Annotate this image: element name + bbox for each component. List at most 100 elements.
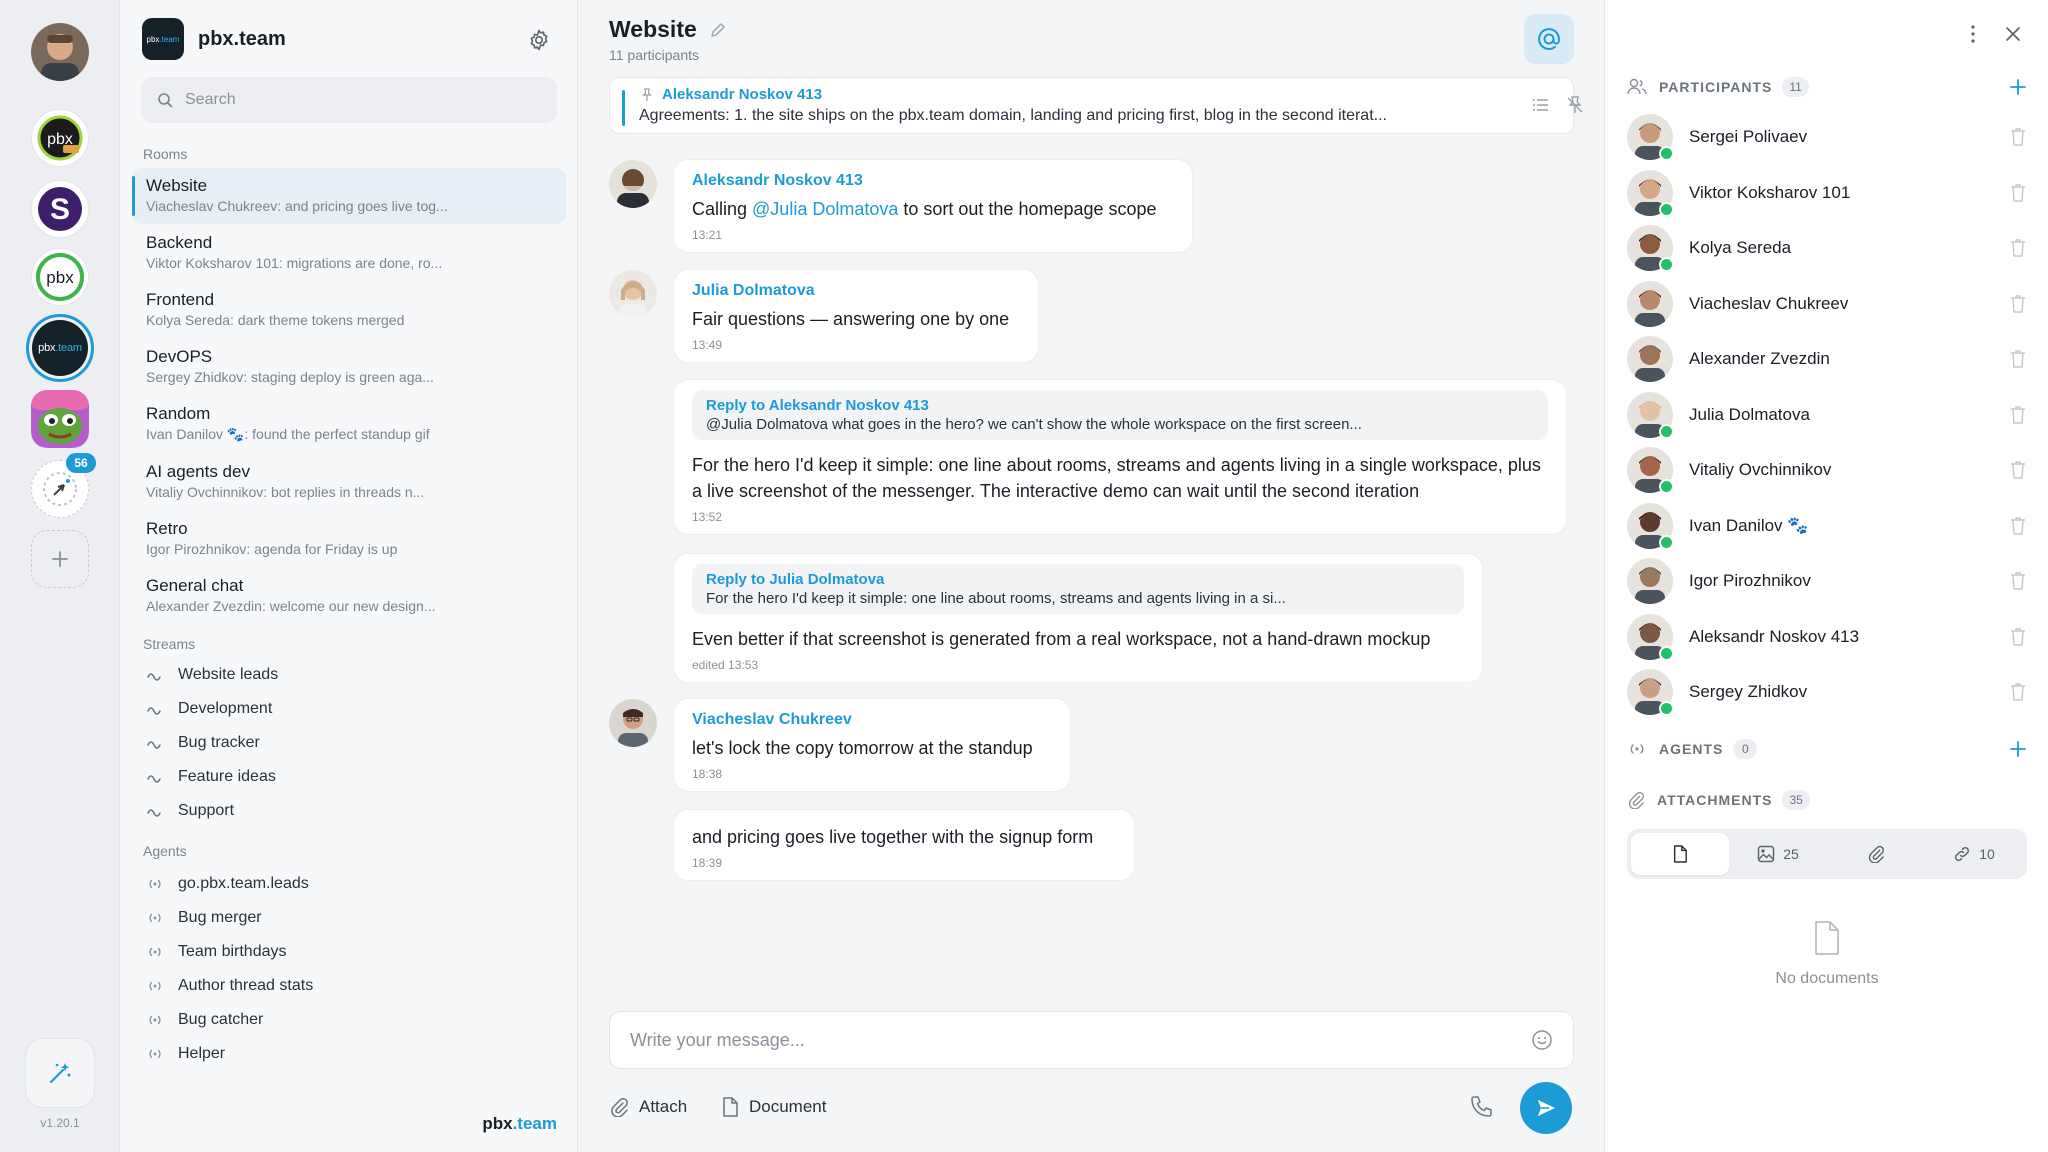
close-icon[interactable] xyxy=(2001,22,2025,46)
participant-row[interactable]: Viktor Koksharov 101 xyxy=(1627,169,2027,217)
message-author[interactable]: Aleksandr Noskov 413 xyxy=(692,170,1174,192)
trash-icon[interactable] xyxy=(2009,183,2027,203)
workspace-brand[interactable]: pbx .team pbx.team xyxy=(142,18,286,60)
add-participant-icon[interactable] xyxy=(2008,77,2028,97)
trash-icon[interactable] xyxy=(2009,405,2027,425)
reply-quote[interactable]: Reply to Aleksandr Noskov 413 @Julia Dolm… xyxy=(692,390,1548,440)
stream-item[interactable]: Bug tracker xyxy=(146,728,260,758)
agent-item[interactable]: Helper xyxy=(146,1039,225,1069)
message-author[interactable]: Viacheslav Chukreev xyxy=(692,709,1052,731)
trash-icon[interactable] xyxy=(2009,349,2027,369)
workspace-s[interactable]: S xyxy=(31,180,89,238)
message-bubble[interactable]: Viacheslav Chukreev let's lock the copy t… xyxy=(674,699,1070,791)
message-bubble[interactable]: Reply to Julia Dolmatova For the hero I'd… xyxy=(674,554,1482,682)
message-input[interactable] xyxy=(630,1029,1531,1051)
edit-room-button[interactable] xyxy=(709,21,727,39)
room-item[interactable]: Frontend Kolya Sereda: dark theme tokens … xyxy=(132,282,566,338)
add-workspace-button[interactable] xyxy=(31,530,89,588)
workspace-rail: pbx S pbx pbx .team 56 v1.20.1 xyxy=(0,0,120,1152)
trash-icon[interactable] xyxy=(2009,682,2027,702)
workspace-frog[interactable] xyxy=(31,390,89,448)
tab-files[interactable] xyxy=(1827,833,1925,875)
pinned-text: Agreements: 1. the site ships on the pbx… xyxy=(639,107,1387,124)
trash-icon[interactable] xyxy=(2009,294,2027,314)
workspace-compass[interactable]: 56 xyxy=(31,453,96,518)
tab-images[interactable]: 25 xyxy=(1729,833,1827,875)
participant-row[interactable]: Alexander Zvezdin xyxy=(1627,335,2027,383)
settings-button[interactable] xyxy=(527,28,551,52)
call-button[interactable] xyxy=(1468,1094,1494,1120)
room-item[interactable]: AI agents dev Vitaliy Ovchinnikov: bot re… xyxy=(132,454,566,510)
workspace-pbx[interactable]: pbx xyxy=(31,109,89,167)
stream-item[interactable]: Support xyxy=(146,796,234,826)
search-box[interactable] xyxy=(141,77,557,123)
participant-row[interactable]: Julia Dolmatova xyxy=(1627,391,2027,439)
mentions-button[interactable] xyxy=(1524,14,1574,64)
message-text: and pricing goes live together with the … xyxy=(692,827,1094,847)
attach-button[interactable]: Attach xyxy=(609,1094,687,1120)
trash-icon[interactable] xyxy=(2009,460,2027,480)
message-bubble[interactable]: Aleksandr Noskov 413 Calling @Julia Dolma… xyxy=(674,160,1192,252)
room-item[interactable]: DevOPS Sergey Zhidkov: staging deploy is … xyxy=(132,339,566,395)
message-bubble[interactable]: Reply to Aleksandr Noskov 413 @Julia Dolm… xyxy=(674,380,1566,534)
unpin-icon[interactable] xyxy=(1565,95,1585,115)
add-agent-icon[interactable] xyxy=(2008,739,2028,759)
room-item[interactable]: Random Ivan Danilov 🐾: found the perfect … xyxy=(132,396,566,452)
agent-item[interactable]: Author thread stats xyxy=(146,971,313,1001)
document-button[interactable]: Document xyxy=(721,1094,826,1120)
workspace-pbx-green[interactable]: pbx xyxy=(31,248,89,306)
emoji-icon[interactable] xyxy=(1531,1029,1553,1051)
stream-item[interactable]: Website leads xyxy=(146,660,278,690)
send-button[interactable] xyxy=(1520,1082,1572,1134)
agent-item[interactable]: Team birthdays xyxy=(146,937,287,967)
message-bubble[interactable]: and pricing goes live together with the … xyxy=(674,810,1134,880)
participant-avatar xyxy=(1627,169,1674,217)
trash-icon[interactable] xyxy=(2009,127,2027,147)
participant-row[interactable]: Sergey Zhidkov xyxy=(1627,668,2027,716)
message-bubble[interactable]: Julia Dolmatova Fair questions — answerin… xyxy=(674,270,1038,362)
room-item[interactable]: Website Viacheslav Chukreev: and pricing … xyxy=(132,168,566,224)
agent-item[interactable]: Bug merger xyxy=(146,903,262,933)
user-avatar[interactable] xyxy=(31,23,89,81)
more-options-icon[interactable] xyxy=(1961,22,1985,46)
list-icon[interactable] xyxy=(1531,95,1551,115)
message-time: edited 13:53 xyxy=(692,658,759,672)
participant-row[interactable]: Viacheslav Chukreev xyxy=(1627,280,2027,328)
ai-assistant-button[interactable] xyxy=(25,1038,95,1108)
participant-row[interactable]: Kolya Sereda xyxy=(1627,224,2027,272)
message-text: let's lock the copy tomorrow at the stan… xyxy=(692,738,1033,758)
chat-header: Website xyxy=(609,16,727,43)
avatar-julia-dolmatova[interactable] xyxy=(609,270,657,318)
search-input[interactable] xyxy=(185,91,525,109)
agent-item[interactable]: Bug catcher xyxy=(146,1005,263,1035)
participant-row[interactable]: Igor Pirozhnikov xyxy=(1627,557,2027,605)
trash-icon[interactable] xyxy=(2009,571,2027,591)
participant-row[interactable]: Sergei Polivaev xyxy=(1627,113,2027,161)
reply-quote[interactable]: Reply to Julia Dolmatova For the hero I'd… xyxy=(692,564,1464,614)
user-mention[interactable]: @Julia Dolmatova xyxy=(752,199,898,219)
trash-icon[interactable] xyxy=(2009,516,2027,536)
rooms-section-label: Rooms xyxy=(143,146,188,162)
tab-documents[interactable] xyxy=(1631,833,1729,875)
trash-icon[interactable] xyxy=(2009,627,2027,647)
workspace-pbxteam-active[interactable]: pbx .team xyxy=(26,314,94,382)
stream-item[interactable]: Development xyxy=(146,694,272,724)
plus-icon xyxy=(52,551,68,567)
pinned-message[interactable]: Aleksandr Noskov 413 Agreements: 1. the … xyxy=(609,77,1583,134)
avatar-viacheslav-chukreev[interactable] xyxy=(609,699,657,747)
participant-row[interactable]: Aleksandr Noskov 413 xyxy=(1627,613,2027,661)
message-author[interactable]: Julia Dolmatova xyxy=(692,280,1020,302)
stream-item[interactable]: Feature ideas xyxy=(146,762,276,792)
sidebar: pbx.team pbx.team Rooms WebsiteViachesla… xyxy=(120,0,578,1152)
room-name: AI agents dev xyxy=(146,462,250,481)
agent-item[interactable]: go.pbx.team.leads xyxy=(146,869,309,899)
avatar-aleksandr-noskov[interactable] xyxy=(609,160,657,208)
participant-row[interactable]: Ivan Danilov 🐾 xyxy=(1627,502,2027,550)
room-item[interactable]: Backend Viktor Koksharov 101: migrations … xyxy=(132,225,566,281)
trash-icon[interactable] xyxy=(2009,238,2027,258)
participant-row[interactable]: Vitaliy Ovchinnikov xyxy=(1627,446,2027,494)
room-item[interactable]: General chat Alexander Zvezdin: welcome o… xyxy=(132,568,566,624)
tab-links[interactable]: 10 xyxy=(1925,833,2023,875)
room-item[interactable]: Retro Igor Pirozhnikov: agenda for Friday… xyxy=(132,511,566,567)
message-composer[interactable] xyxy=(609,1011,1574,1069)
